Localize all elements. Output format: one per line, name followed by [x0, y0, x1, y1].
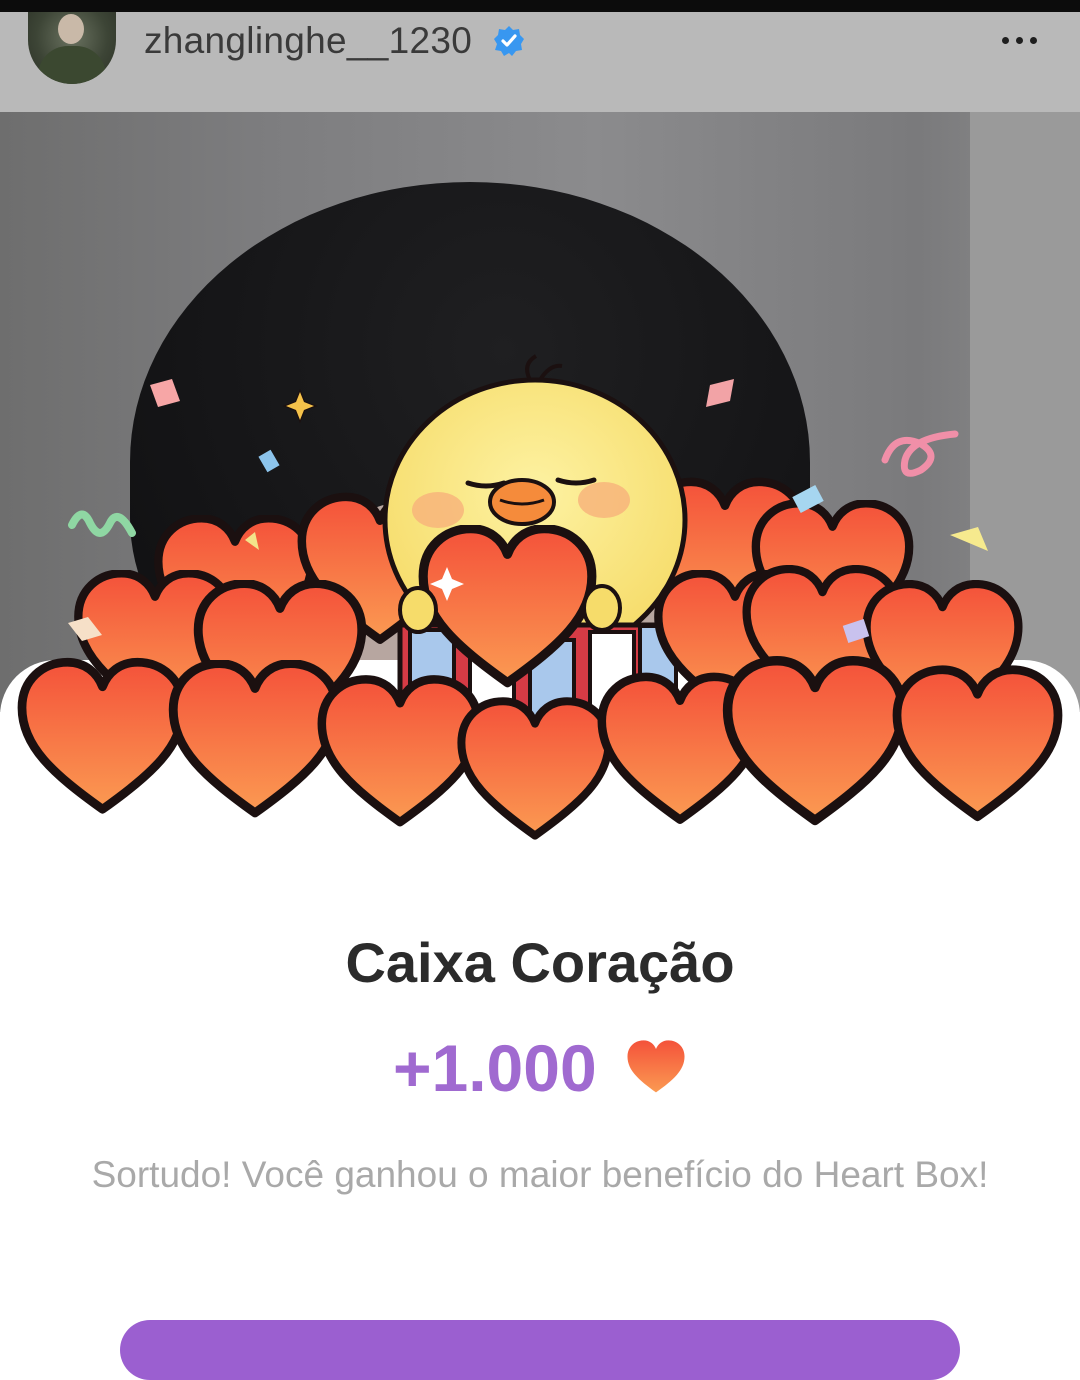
username[interactable]: zhanglinghe__1230: [144, 20, 472, 62]
collect-button[interactable]: [120, 1320, 960, 1380]
avatar[interactable]: [28, 12, 116, 84]
dot: [1029, 36, 1037, 44]
reward-message: Sortudo! Você ganhou o maior benefício d…: [91, 1154, 989, 1195]
dot: [1001, 36, 1009, 44]
reward-amount-row: +1.000: [0, 1030, 1080, 1106]
heart-shape: [22, 662, 183, 809]
verified-badge-icon: [494, 26, 524, 56]
dot: [1015, 36, 1023, 44]
heart-shape: [897, 670, 1058, 817]
heart-shape: [173, 664, 337, 813]
post-header: zhanglinghe__1230: [0, 12, 1080, 112]
reward-title: Caixa Coração: [345, 931, 735, 994]
heart-shape: [322, 679, 478, 822]
avatar-face: [58, 14, 84, 44]
avatar-jacket: [38, 46, 106, 84]
reward-amount: +1.000: [392, 1031, 597, 1105]
heart-icon: [627, 1040, 685, 1093]
status-bar: [0, 0, 1080, 12]
more-options-icon[interactable]: [996, 30, 1042, 50]
heart-box-illustration: [0, 354, 1080, 860]
heart-shape: [461, 701, 608, 835]
heart-shape: [728, 661, 903, 821]
